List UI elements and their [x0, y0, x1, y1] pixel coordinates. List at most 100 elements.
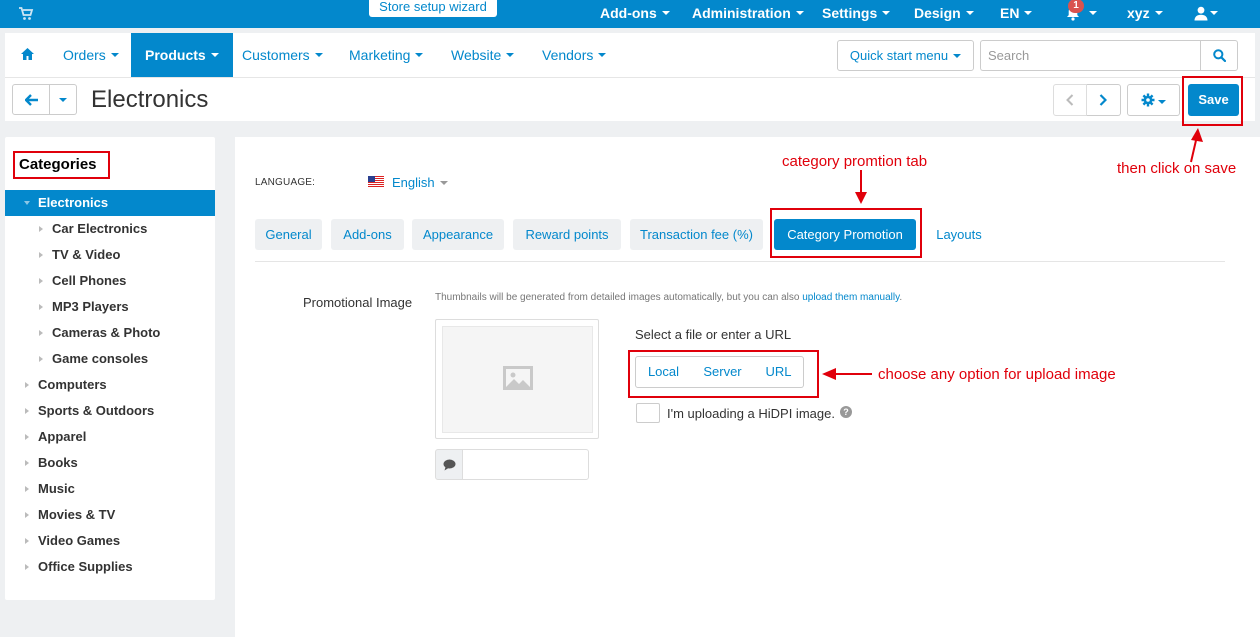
store-setup-wizard-button[interactable]: Store setup wizard [369, 0, 497, 17]
user-menu-dropdown[interactable] [1205, 0, 1218, 28]
topnav-user[interactable]: xyz [1127, 0, 1163, 28]
language-selector[interactable]: English [392, 175, 448, 190]
category-item[interactable]: Cell Phones [5, 268, 215, 294]
category-label: Office Supplies [38, 559, 133, 574]
collapsed-triangle-icon[interactable] [39, 304, 43, 310]
category-item[interactable]: Computers [5, 372, 215, 398]
chevron-down-icon [210, 53, 219, 58]
topnav-administration[interactable]: Administration [692, 0, 804, 28]
save-button[interactable]: Save [1188, 84, 1239, 116]
collapsed-triangle-icon[interactable] [25, 486, 29, 492]
category-label: Computers [38, 377, 107, 392]
category-item[interactable]: Video Games [5, 528, 215, 554]
collapsed-triangle-icon[interactable] [25, 434, 29, 440]
chevron-right-icon [1099, 94, 1107, 106]
topnav-addons[interactable]: Add-ons [600, 0, 670, 28]
us-flag-icon [368, 176, 384, 187]
chevron-down-icon [1154, 11, 1163, 16]
next-category-button[interactable] [1087, 84, 1121, 116]
tab-reward-points[interactable]: Reward points [513, 219, 621, 250]
nav-customers[interactable]: Customers [242, 33, 323, 77]
tab-general[interactable]: General [255, 219, 322, 250]
annotation-upload-note: choose any option for upload image [878, 366, 1116, 383]
upload-url-button[interactable]: URL [754, 356, 804, 388]
chevron-down-icon [953, 53, 962, 58]
tab-transaction-fee[interactable]: Transaction fee (%) [630, 219, 763, 250]
collapsed-triangle-icon[interactable] [39, 356, 43, 362]
category-item[interactable]: Books [5, 450, 215, 476]
tab-appearance[interactable]: Appearance [412, 219, 504, 250]
collapsed-triangle-icon[interactable] [25, 564, 29, 570]
upload-manually-link[interactable]: upload them manually [802, 292, 899, 303]
category-item[interactable]: MP3 Players [5, 294, 215, 320]
question-icon[interactable]: ? [840, 406, 852, 418]
search-input[interactable] [980, 40, 1201, 71]
quick-start-menu-button[interactable]: Quick start menu [837, 40, 974, 71]
nav-website[interactable]: Website [451, 33, 515, 77]
nav-marketing-label: Marketing [349, 47, 411, 63]
category-editor-panel: LANGUAGE: English General Add-ons Appear… [235, 137, 1260, 637]
chevron-down-icon [1024, 11, 1033, 16]
chevron-down-icon [439, 180, 448, 185]
category-item[interactable]: Game consoles [5, 346, 215, 372]
collapsed-triangle-icon[interactable] [39, 278, 43, 284]
chevron-down-icon [59, 97, 67, 102]
collapsed-triangle-icon[interactable] [25, 538, 29, 544]
nav-marketing[interactable]: Marketing [349, 33, 424, 77]
collapsed-triangle-icon[interactable] [25, 512, 29, 518]
collapsed-triangle-icon[interactable] [39, 252, 43, 258]
search-icon [1213, 49, 1226, 62]
notifications-dropdown[interactable] [1084, 0, 1097, 28]
category-item[interactable]: TV & Video [5, 242, 215, 268]
thumbnail-hint: Thumbnails will be generated from detail… [435, 292, 902, 303]
collapsed-triangle-icon[interactable] [25, 382, 29, 388]
category-item[interactable]: Movies & TV [5, 502, 215, 528]
category-item[interactable]: Electronics [5, 190, 215, 216]
cart-icon[interactable] [18, 6, 34, 22]
category-label: Movies & TV [38, 507, 116, 522]
previous-category-button[interactable] [1053, 84, 1087, 116]
category-item[interactable]: Car Electronics [5, 216, 215, 242]
chevron-down-icon [314, 53, 323, 58]
topnav-design[interactable]: Design [914, 0, 974, 28]
top-bar: Store setup wizard Add-ons Administratio… [0, 0, 1260, 28]
hidpi-label: I'm uploading a HiDPI image. [667, 406, 835, 421]
upload-server-button[interactable]: Server [691, 356, 755, 388]
nav-orders-label: Orders [63, 47, 106, 63]
nav-customers-label: Customers [242, 47, 310, 63]
hint-text: Thumbnails will be generated from detail… [435, 292, 803, 303]
collapsed-triangle-icon[interactable] [25, 408, 29, 414]
tab-addons[interactable]: Add-ons [331, 219, 404, 250]
settings-dropdown-button[interactable] [1127, 84, 1180, 116]
topnav-administration-label: Administration [692, 5, 791, 21]
search-button[interactable] [1200, 40, 1238, 71]
category-item[interactable]: Sports & Outdoors [5, 398, 215, 424]
category-item[interactable]: Apparel [5, 424, 215, 450]
topnav-settings[interactable]: Settings [822, 0, 891, 28]
nav-orders[interactable]: Orders [63, 33, 119, 77]
chevron-down-icon [598, 53, 607, 58]
collapsed-triangle-icon[interactable] [39, 330, 43, 336]
arrow-left-icon [822, 368, 872, 380]
collapsed-triangle-icon[interactable] [25, 460, 29, 466]
upload-local-button[interactable]: Local [635, 356, 692, 388]
home-icon[interactable] [20, 47, 35, 61]
expanded-triangle-icon[interactable] [24, 201, 30, 205]
collapsed-triangle-icon[interactable] [39, 226, 43, 232]
category-item[interactable]: Office Supplies [5, 554, 215, 580]
chevron-down-icon [110, 53, 119, 58]
topnav-language[interactable]: EN [1000, 0, 1033, 28]
hidpi-checkbox[interactable] [636, 403, 660, 423]
back-dropdown-button[interactable] [50, 84, 77, 115]
select-file-label: Select a file or enter a URL [635, 327, 792, 342]
nav-vendors[interactable]: Vendors [542, 33, 607, 77]
category-item[interactable]: Cameras & Photo [5, 320, 215, 346]
back-button[interactable] [12, 84, 50, 115]
tab-layouts[interactable]: Layouts [924, 219, 994, 250]
category-label: Car Electronics [52, 221, 148, 236]
nav-products[interactable]: Products [131, 33, 233, 77]
image-alt-text-input[interactable] [462, 449, 589, 480]
category-item[interactable]: Music [5, 476, 215, 502]
tab-category-promotion[interactable]: Category Promotion [774, 219, 916, 250]
chevron-down-icon [506, 53, 515, 58]
